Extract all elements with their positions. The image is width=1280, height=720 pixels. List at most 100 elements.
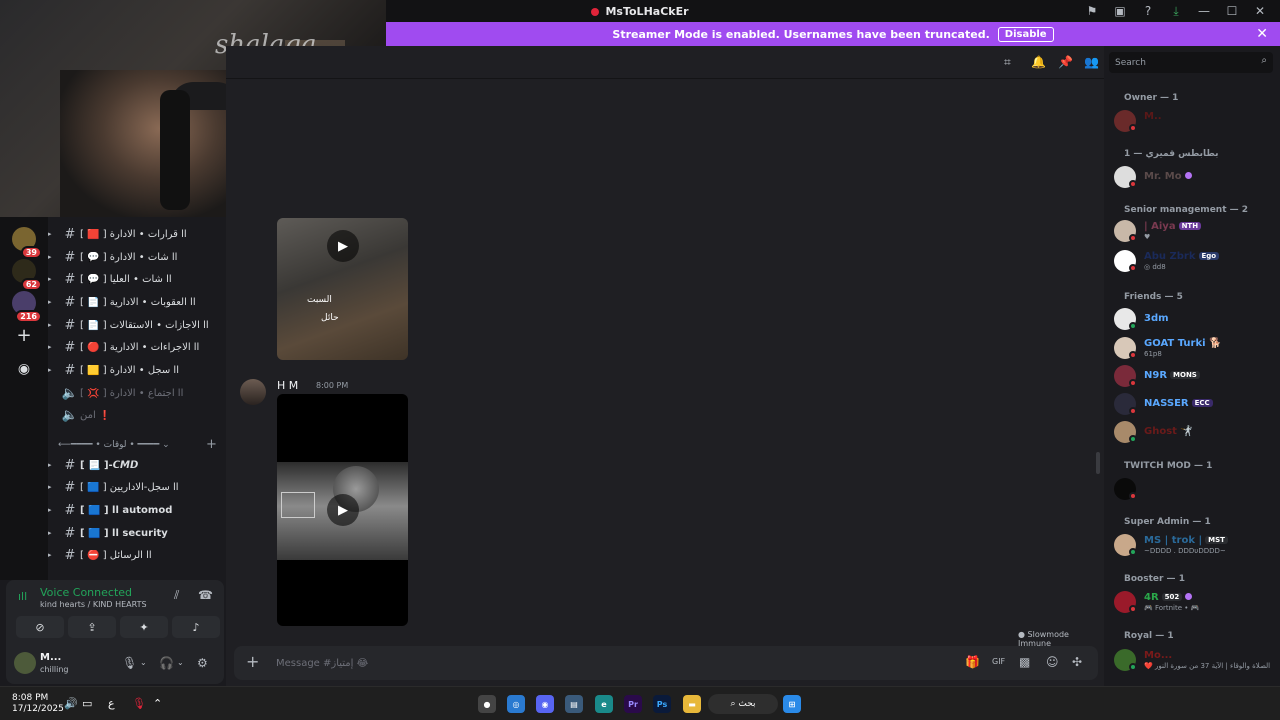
member-item[interactable]: GOAT Turki 🐕 61p8 [1114,335,1278,361]
chrome-icon[interactable]: ◎ [507,695,525,713]
channel-item[interactable]: ▸ #[ ⛔ ] اا الرسائل [48,545,226,565]
attach-plus-icon[interactable]: + [246,652,259,671]
input-language[interactable]: ع [108,697,115,710]
file-explorer-icon[interactable]: ▬ [683,695,701,713]
inbox-flag-icon[interactable]: ⚑ [1080,0,1104,22]
start-windows-icon[interactable]: ⊞ [783,695,801,713]
disconnect-icon[interactable]: ☎ [198,588,213,602]
microphone-tray-icon[interactable]: 🎙 [132,697,146,710]
obs-icon[interactable]: ● [478,695,496,713]
add-server-icon[interactable]: + [12,324,36,348]
close-banner-icon[interactable]: ✕ [1256,26,1268,42]
bell-icon[interactable]: 🔔 [1031,55,1046,69]
camera-off-button[interactable]: ⊘ [16,616,64,638]
photoshop-icon[interactable]: Ps [653,695,671,713]
avatar[interactable] [240,379,266,405]
apps-icon[interactable]: ✣ [1072,655,1082,669]
voice-status[interactable]: Voice Connected [40,586,132,599]
member-item[interactable]: Ghost 🤺 [1114,419,1278,445]
member-item[interactable]: 4R 502 🎮 Fortnite • 🎮 [1114,589,1278,615]
discord-icon[interactable]: ◉ [536,695,554,713]
channel-item[interactable]: ▸ #[ 🔴 ] اا الاجراءات • الادارية [48,337,226,357]
add-channel-icon[interactable]: + [206,437,217,452]
voice-channel-item[interactable]: 🔈 امن ❗ [48,405,226,425]
premiere-icon[interactable]: Pr [624,695,642,713]
chevron-down-icon[interactable]: ⌄ [140,658,147,667]
server-icon[interactable]: 62 [12,259,42,291]
network-icon[interactable]: ▭ [82,697,92,710]
threads-icon[interactable]: ⌗ [1004,55,1011,70]
emoji-icon[interactable]: ☺ [1046,655,1059,669]
member-item[interactable]: 3dm [1114,306,1278,332]
member-item[interactable]: Abu Zbrk Ego ◎ dd8 [1114,248,1278,274]
gif-icon[interactable]: GIF [992,657,1005,666]
channel-item[interactable]: ▸ #[ 🟨 ] اا سجل • الادارة [48,360,226,380]
video-attachment[interactable]: ▶ [277,394,408,626]
search-icon[interactable]: ⌕ [1261,55,1267,66]
member-item[interactable] [1114,476,1278,502]
microphone-icon[interactable]: 🎙 [122,656,137,670]
channel-item[interactable]: ▸ #[ 💬 ] اا شات • الادارة [48,247,226,267]
disable-streamer-mode-button[interactable]: Disable [997,26,1054,42]
message-author[interactable]: H M [277,379,298,392]
channel-item[interactable]: ▸ #[ 🟦 ] اا automod [48,500,226,520]
sticker-icon[interactable]: ▩ [1019,655,1030,669]
member-item[interactable]: | Aiya NTH ♥ [1114,218,1278,244]
expand-arrow-icon: ▸ [48,506,52,514]
app-icon[interactable]: ▤ [565,695,583,713]
chevron-down-icon[interactable]: ⌄ [177,658,184,667]
status-dot [1129,264,1137,272]
maximize-button[interactable]: ☐ [1220,0,1244,22]
server-icon[interactable]: 39 [12,227,42,259]
channel-item[interactable]: ▸ #[ 📃 ]-𝘾𝙈𝘿 [48,455,226,475]
gift-icon[interactable]: 🎁 [965,655,980,669]
member-item[interactable]: N9R MONS [1114,363,1278,389]
mention-badge: 216 [15,310,42,323]
close-window-button[interactable]: ✕ [1248,0,1272,22]
channel-item[interactable]: ▸ #[ 🟦 ] اا سجل-الاداريين [48,477,226,497]
mention-badge: 62 [20,278,42,291]
channel-item[interactable]: ▸ #[ 💬 ] اا شات • العليا [48,269,226,289]
help-icon[interactable]: ? [1136,0,1160,22]
show-hidden-icons-chevron[interactable]: ⌃ [153,697,162,710]
screen-share-icon[interactable]: ▣ [1108,0,1132,22]
headphones-icon[interactable]: 🎧 [159,656,174,670]
search-input[interactable] [1115,55,1255,70]
member-group-header: بطابطس قميري — 1 [1124,149,1219,159]
soundboard-button[interactable]: ♪ [172,616,220,638]
screen-share-button[interactable]: ⇪ [68,616,116,638]
member-item[interactable]: Mr. Mo [1114,164,1278,190]
noise-suppression-icon[interactable]: ⫽ [174,588,179,603]
channel-item[interactable]: ▸ #[ 📄 ] اا العقوبات • الادارية [48,292,226,312]
member-item[interactable]: MS | trok | MST ~DDDD . DDDυDDDD~ [1114,532,1278,558]
voice-channel-item[interactable]: 🔈[ 💢 ] اا اجتماع • الادارة [48,383,226,403]
scrollbar[interactable] [1096,452,1100,474]
avatar[interactable] [14,652,36,674]
play-icon[interactable]: ▶ [327,230,359,262]
username[interactable]: M... [40,652,61,663]
channel-item[interactable]: ▸ #[ 📄 ] اا الاجازات • الاستقالات [48,315,226,335]
server-icon[interactable]: 216 [12,291,42,323]
minimize-button[interactable]: — [1192,0,1216,22]
channel-item[interactable]: ▸ #[ 🟦 ] اا security [48,523,226,543]
explore-servers-icon[interactable]: ◉ [12,357,36,381]
member-item[interactable]: NASSER ECC [1114,391,1278,417]
play-icon[interactable]: ▶ [327,494,359,526]
settings-gear-icon[interactable]: ⚙ [197,656,208,670]
activities-button[interactable]: ✦ [120,616,168,638]
clock[interactable]: 8:08 PM 17/12/2025 [12,693,64,715]
member-item[interactable]: Mo... ❤️ الصلاة والوقاء | الآية 37 من سور… [1114,647,1278,673]
member-item[interactable]: M.. [1114,108,1278,134]
channel-item[interactable]: ▸ #[ 🟥 ] اا قرارات • الادارة [48,224,226,244]
voice-channel-name[interactable]: kind hearts / KIND HEARTS [40,600,147,609]
volume-icon[interactable]: 🔊 [64,697,78,710]
status-dot [1129,379,1137,387]
video-attachment[interactable]: ▶ السبت حائل [277,218,408,360]
message-input[interactable] [276,653,876,673]
download-icon[interactable]: ⤓ [1164,0,1188,22]
member-list-icon[interactable]: 👥 [1084,55,1099,69]
pin-icon[interactable]: 📌 [1058,55,1073,69]
edge-icon[interactable]: e [595,695,613,713]
category-header[interactable]: ⟵━━━━ • لوقات • ━━━━ ⌄ [58,440,170,450]
taskbar-search[interactable]: ⌕ بحث [708,694,778,714]
